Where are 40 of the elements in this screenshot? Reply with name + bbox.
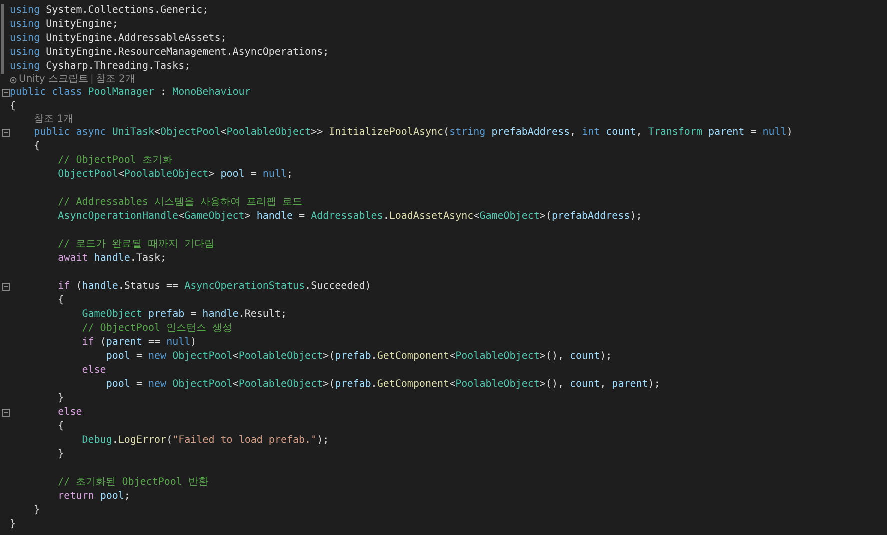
code-line: public class PoolManager : MonoBehaviour — [10, 86, 251, 100]
codelens-link[interactable]: 참조 2개 — [96, 74, 136, 86]
codelens-link[interactable]: 참조 1개 — [34, 114, 74, 126]
code-line: using UnityEngine.AddressableAssets; — [10, 32, 227, 46]
code-line: { — [10, 100, 16, 114]
code-line: if (parent == null) — [81, 336, 197, 350]
code-line: // 초기화된 ObjectPool 반환 — [57, 476, 208, 490]
code-line: } — [10, 518, 16, 532]
code-line: else — [57, 406, 82, 420]
code-line: else — [81, 364, 106, 378]
code-line: await handle.Task; — [57, 252, 167, 266]
code-line: pool = new ObjectPool<PoolableObject>(prefab.GetComponent<PoolableObject>(), count); — [105, 350, 612, 364]
code-line: public async UniTask<ObjectPool<PoolableObject>> InitializePoolAsync(string prefabAddress, int count, Transform parent = null) — [33, 126, 793, 140]
code-line: } — [33, 504, 40, 518]
code-line: using System.Collections.Generic; — [10, 4, 209, 18]
separator: | — [90, 74, 94, 86]
code-line: } — [57, 448, 64, 462]
code-line: using Cysharp.Threading.Tasks; — [10, 60, 191, 74]
code-line: Debug.LogError("Failed to load prefab."); — [81, 434, 330, 448]
code-line: { — [57, 294, 64, 308]
collapse-icon[interactable] — [2, 129, 10, 137]
code-line: return pool; — [57, 490, 130, 504]
code-line: pool = new ObjectPool<PoolableObject>(prefab.GetComponent<PoolableObject>(), count, parent); — [105, 378, 660, 392]
code-line: // Addressables 시스템을 사용하여 프리팹 로드 — [57, 196, 303, 210]
code-line: ObjectPool<PoolableObject> pool = null; — [57, 168, 294, 182]
code-line: AsyncOperationHandle<GameObject> handle = Addressables.LoadAssetAsync<GameObject>(prefabAddress); — [57, 210, 642, 224]
collapse-icon[interactable] — [2, 283, 10, 291]
code-line: { — [57, 420, 64, 434]
codelens-link[interactable]: Unity 스크립트 — [19, 74, 88, 86]
code-line: using UnityEngine.ResourceManagement.AsyncOperations; — [10, 46, 330, 60]
code-line: GameObject prefab = handle.Result; — [81, 308, 287, 322]
code-line: // ObjectPool 인스턴스 생성 — [81, 322, 233, 336]
collapse-icon[interactable] — [2, 409, 10, 417]
code-line: } — [57, 392, 64, 406]
code-line: { — [33, 140, 40, 154]
code-line: // 로드가 완료될 때까지 기다림 — [57, 238, 214, 252]
code-line: // ObjectPool 초기화 — [57, 154, 172, 168]
collapse-icon[interactable] — [2, 89, 10, 97]
code-line: if (handle.Status == AsyncOperationStatus.Succeeded) — [57, 280, 372, 294]
code-line: using UnityEngine; — [10, 18, 118, 32]
